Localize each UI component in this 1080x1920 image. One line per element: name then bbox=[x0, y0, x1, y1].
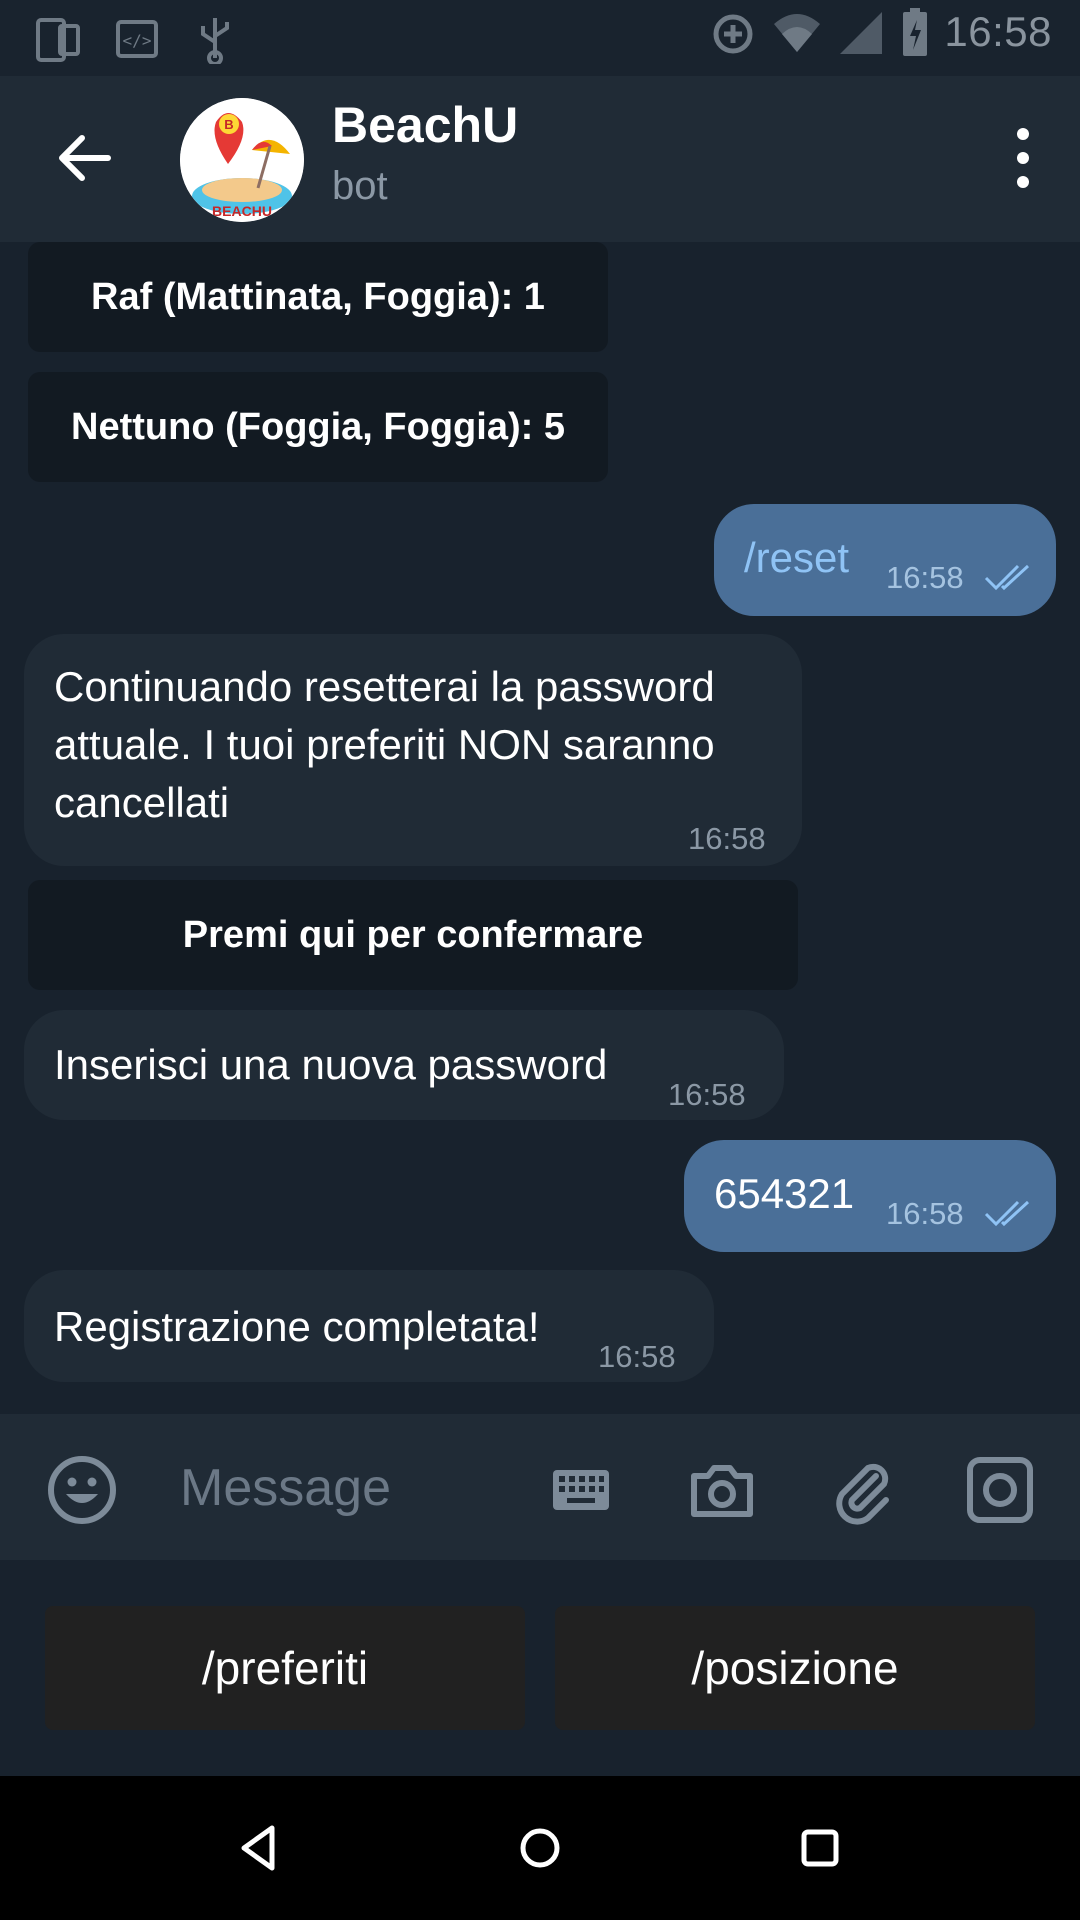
inline-button-raf[interactable]: Raf (Mattinata, Foggia): 1 bbox=[28, 242, 608, 352]
status-bar: </> 16:58 bbox=[0, 0, 1080, 76]
outgoing-message[interactable]: 654321 16:58 bbox=[684, 1140, 1056, 1252]
code-icon: </> bbox=[116, 20, 158, 58]
emoji-icon[interactable] bbox=[46, 1454, 118, 1526]
usb-icon bbox=[201, 18, 229, 64]
more-menu-icon[interactable] bbox=[1008, 124, 1038, 194]
message-time: 16:58 bbox=[668, 1077, 746, 1112]
inline-button-confirm[interactable]: Premi qui per confermare bbox=[28, 880, 798, 990]
nav-home-icon[interactable] bbox=[512, 1820, 568, 1876]
clock: 16:58 bbox=[944, 8, 1052, 55]
svg-text:BEACHU: BEACHU bbox=[212, 203, 272, 219]
instant-camera-icon[interactable] bbox=[964, 1454, 1036, 1526]
incoming-message[interactable]: Inserisci una nuova password 16:58 bbox=[24, 1010, 784, 1120]
bot-keyboard: /preferiti /posizione bbox=[0, 1560, 1080, 1776]
message-input-bar: Message bbox=[0, 1414, 1080, 1560]
message-time: 16:58 bbox=[598, 1339, 676, 1374]
chat-title[interactable]: BeachU bbox=[332, 96, 518, 154]
camera-icon[interactable] bbox=[686, 1454, 758, 1526]
data-saver-icon bbox=[713, 14, 753, 54]
nav-recents-icon[interactable] bbox=[792, 1820, 848, 1876]
command-link[interactable]: /reset bbox=[744, 534, 849, 582]
wifi-icon bbox=[774, 14, 821, 52]
chat-header: B BEACHU BeachU bot bbox=[0, 76, 1080, 242]
bot-avatar[interactable]: B BEACHU bbox=[180, 98, 304, 222]
signal-icon bbox=[840, 12, 883, 54]
back-arrow-icon[interactable] bbox=[44, 118, 124, 198]
keyboard-icon[interactable] bbox=[545, 1454, 617, 1526]
message-time: 16:58 bbox=[886, 560, 964, 595]
inline-button-nettuno[interactable]: Nettuno (Foggia, Foggia): 5 bbox=[28, 372, 608, 482]
outgoing-message[interactable]: /reset 16:58 bbox=[714, 504, 1056, 616]
nav-back-icon[interactable] bbox=[232, 1820, 288, 1876]
message-time: 16:58 bbox=[886, 1196, 964, 1231]
keyboard-button-posizione[interactable]: /posizione bbox=[555, 1606, 1035, 1730]
message-input[interactable]: Message bbox=[180, 1458, 391, 1518]
attach-icon[interactable] bbox=[826, 1454, 898, 1526]
message-list[interactable]: Raf (Mattinata, Foggia): 1 Nettuno (Fogg… bbox=[0, 242, 1080, 1414]
beach-logo-icon: B BEACHU bbox=[180, 98, 304, 222]
read-checkmarks-icon bbox=[984, 1200, 1030, 1227]
incoming-message[interactable]: Continuando resetterai la password attua… bbox=[24, 634, 802, 866]
message-text: Continuando resetterai la password attua… bbox=[54, 663, 715, 826]
battery-icon bbox=[903, 8, 928, 56]
chat-subtitle: bot bbox=[332, 164, 388, 208]
message-time: 16:58 bbox=[688, 821, 766, 856]
svg-text:B: B bbox=[224, 117, 233, 132]
message-text: Inserisci una nuova password bbox=[54, 1041, 608, 1088]
message-text: 654321 bbox=[714, 1170, 855, 1217]
svg-text:</>: </> bbox=[123, 31, 152, 50]
message-text: Registrazione completata! bbox=[54, 1303, 540, 1350]
system-nav-bar bbox=[0, 1776, 1080, 1920]
incoming-message[interactable]: Registrazione completata! 16:58 bbox=[24, 1270, 714, 1382]
read-checkmarks-icon bbox=[984, 564, 1030, 591]
keyboard-button-preferiti[interactable]: /preferiti bbox=[45, 1606, 525, 1730]
device-icon bbox=[36, 18, 80, 62]
